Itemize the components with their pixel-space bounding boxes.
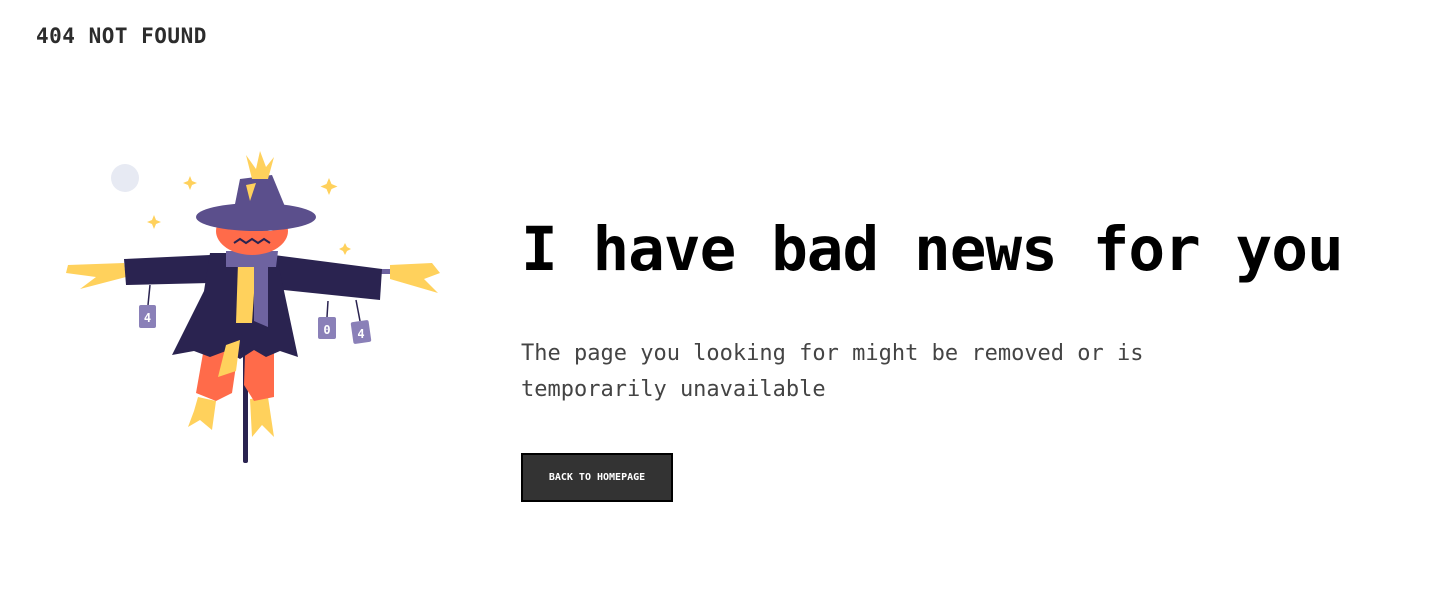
can-label: 0 bbox=[323, 323, 330, 337]
error-page: 404 NOT FOUND 4 0 4 I have bad news for … bbox=[0, 0, 1440, 590]
can-label: 4 bbox=[357, 327, 364, 341]
scarecrow-illustration: 4 0 4 bbox=[60, 145, 450, 475]
site-title: 404 NOT FOUND bbox=[36, 24, 207, 48]
back-to-homepage-button[interactable]: BACK TO HOMEPAGE bbox=[521, 453, 673, 502]
error-description: The page you looking for might be remove… bbox=[521, 341, 1144, 402]
error-content: I have bad news for you The page you loo… bbox=[521, 212, 1401, 502]
can-label: 4 bbox=[144, 311, 151, 325]
error-headline: I have bad news for you bbox=[521, 214, 1344, 285]
